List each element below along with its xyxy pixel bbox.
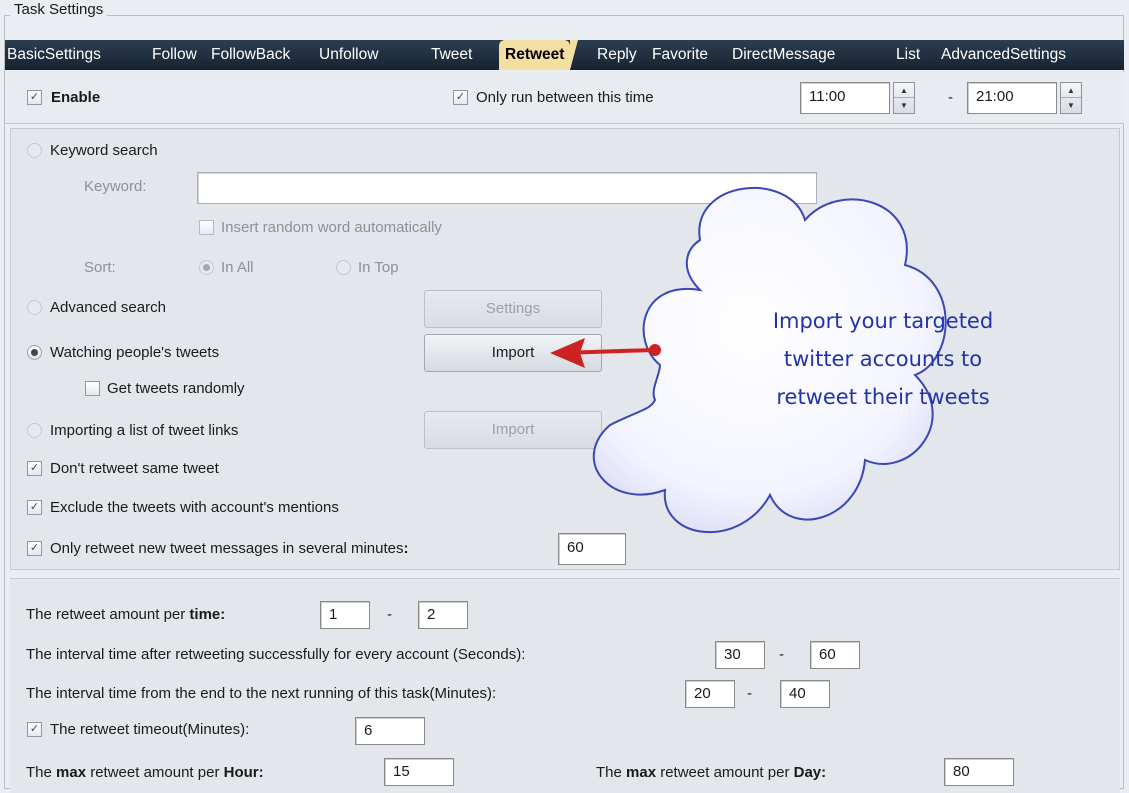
exclude-mentions-label: Exclude the tweets with account's mentio…: [50, 499, 339, 516]
importing-list-label: Importing a list of tweet links: [50, 422, 239, 439]
insert-random-label: Insert random word automatically: [221, 219, 442, 236]
time-dash: -: [948, 89, 953, 106]
end-time-spinner[interactable]: ▲ ▼: [1060, 82, 1082, 114]
advanced-search-radio[interactable]: [27, 300, 42, 315]
only-new-label: Only retweet new tweet messages in sever…: [50, 540, 409, 557]
interval-task-label: The interval time from the end to the ne…: [26, 685, 497, 702]
max-day-input[interactable]: 80: [944, 758, 1014, 786]
dont-retweet-checkbox[interactable]: ✓: [27, 461, 42, 476]
tab-list[interactable]: List: [896, 40, 920, 70]
watching-label: Watching people's tweets: [50, 344, 220, 361]
timeout-checkbox[interactable]: ✓: [27, 722, 42, 737]
keyword-search-radio[interactable]: [27, 143, 42, 158]
insert-random-checkbox[interactable]: [199, 220, 214, 235]
in-top-radio[interactable]: [336, 260, 351, 275]
in-all-label: In All: [221, 259, 254, 276]
arrow-tail-dot: [649, 344, 661, 356]
only-new-checkbox[interactable]: ✓: [27, 541, 42, 556]
max-day-label: The max retweet amount per Day:: [596, 764, 827, 781]
callout-line-1: Import your targeted: [772, 309, 994, 333]
tab-followback[interactable]: FollowBack: [211, 40, 290, 70]
per-time-max-input[interactable]: 2: [418, 601, 468, 629]
spin-down-icon[interactable]: ▼: [894, 98, 914, 113]
timeout-label: The retweet timeout(Minutes):: [50, 721, 250, 738]
tab-advancedsettings[interactable]: AdvancedSettings: [941, 40, 1066, 70]
end-time-input[interactable]: 21:00: [967, 82, 1057, 114]
tab-unfollow[interactable]: Unfollow: [319, 40, 378, 70]
timeout-input[interactable]: 6: [355, 717, 425, 745]
per-time-min-input[interactable]: 1: [320, 601, 370, 629]
tab-tweet[interactable]: Tweet: [431, 40, 472, 70]
callout-line-2: twitter accounts to: [783, 347, 983, 371]
frame-title: Task Settings: [10, 0, 108, 20]
tab-directmessage[interactable]: DirectMessage: [732, 40, 835, 70]
interval-success-max-input[interactable]: 60: [810, 641, 860, 669]
only-run-label: Only run between this time: [476, 89, 654, 106]
spin-up-icon[interactable]: ▲: [894, 83, 914, 98]
interval-success-label: The interval time after retweeting succe…: [26, 646, 526, 663]
dont-retweet-label: Don't retweet same tweet: [50, 460, 219, 477]
callout-text: Import your targeted twitter accounts to…: [703, 302, 1063, 416]
per-time-dash: -: [387, 606, 392, 623]
interval-success-min-input[interactable]: 30: [715, 641, 765, 669]
in-top-label: In Top: [358, 259, 399, 276]
tab-follow[interactable]: Follow: [152, 40, 197, 70]
get-random-checkbox[interactable]: [85, 381, 100, 396]
interval-success-dash: -: [779, 646, 784, 663]
keyword-search-label: Keyword search: [50, 142, 158, 159]
start-time-spinner[interactable]: ▲ ▼: [893, 82, 915, 114]
importing-list-radio[interactable]: [27, 423, 42, 438]
advanced-search-label: Advanced search: [50, 299, 166, 316]
watching-radio[interactable]: [27, 345, 42, 360]
per-time-label: The retweet amount per time:: [26, 606, 226, 623]
enable-checkbox[interactable]: ✓: [27, 90, 42, 105]
spin-up-icon[interactable]: ▲: [1061, 83, 1081, 98]
callout-line-3: retweet their tweets: [776, 385, 990, 409]
interval-task-max-input[interactable]: 40: [780, 680, 830, 708]
enable-label: Enable: [51, 89, 101, 106]
tab-favorite[interactable]: Favorite: [652, 40, 708, 70]
get-random-label: Get tweets randomly: [107, 380, 245, 397]
tab-bar: BasicSettings Follow FollowBack Unfollow…: [5, 40, 1124, 70]
exclude-mentions-checkbox[interactable]: ✓: [27, 500, 42, 515]
in-all-radio[interactable]: [199, 260, 214, 275]
tab-reply[interactable]: Reply: [597, 40, 637, 70]
max-hour-input[interactable]: 15: [384, 758, 454, 786]
sort-label: Sort:: [84, 259, 116, 276]
tab-retweet[interactable]: Retweet: [499, 40, 579, 70]
only-run-checkbox[interactable]: ✓: [453, 90, 468, 105]
spin-down-icon[interactable]: ▼: [1061, 98, 1081, 113]
arrow-head-icon: [550, 338, 585, 368]
interval-task-min-input[interactable]: 20: [685, 680, 735, 708]
interval-task-dash: -: [747, 685, 752, 702]
keyword-label: Keyword:: [84, 178, 147, 195]
tab-basicsettings[interactable]: BasicSettings: [7, 40, 101, 70]
max-hour-label: The max retweet amount per Hour:: [26, 764, 264, 781]
start-time-input[interactable]: 11:00: [800, 82, 890, 114]
